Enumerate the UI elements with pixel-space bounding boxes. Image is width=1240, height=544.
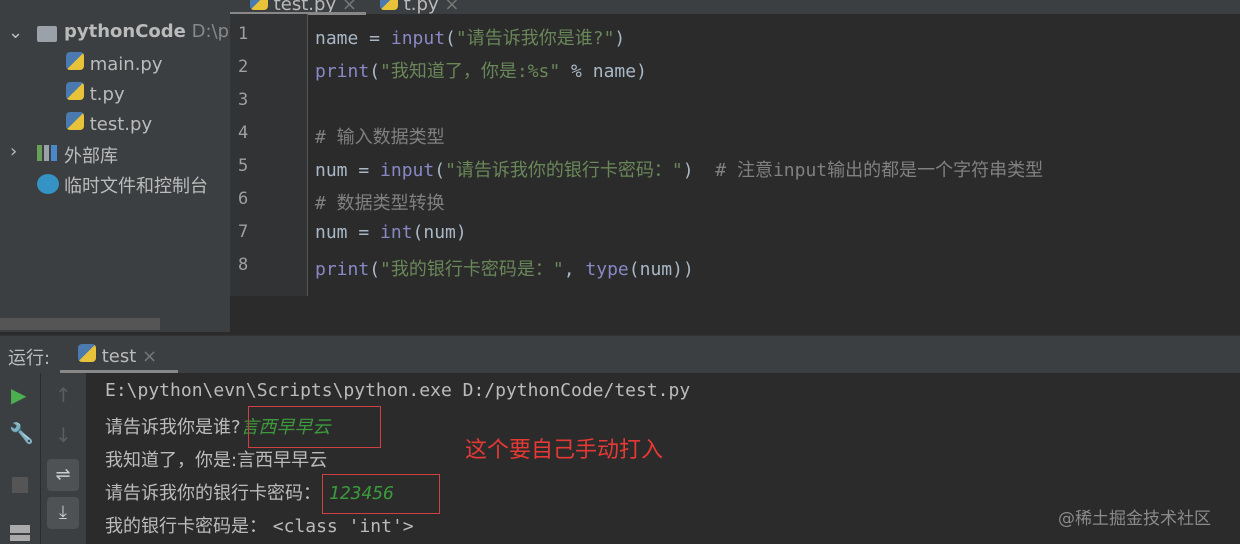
run-toolbar: ▶ 🔧 ↑ ↓ ⇌ ⤓: [0, 373, 86, 544]
code-token: # 注意input输出的都是一个字符串类型: [715, 160, 1044, 181]
run-panel-header: 运行: test ×: [0, 335, 1240, 373]
code-token: (: [369, 259, 381, 280]
run-label: 运行:: [8, 348, 51, 369]
code-token: "请告诉我你是谁?": [455, 28, 615, 49]
console-line-4: 我的银行卡密码是： <class 'int'>: [105, 512, 414, 538]
run-tab-test[interactable]: test ×: [78, 344, 157, 367]
up-arrow-icon[interactable]: ↑: [55, 383, 72, 407]
project-root[interactable]: pythonCode D:\py: [64, 21, 240, 42]
file-label: test.py: [89, 114, 153, 135]
file-label: main.py: [89, 54, 163, 75]
python-file-icon: [66, 52, 84, 70]
code-token: num =: [315, 160, 381, 181]
output-text: 我的银行卡密码是：: [105, 516, 273, 537]
line-number: 5: [238, 156, 249, 176]
code-token: "我的银行卡密码是：": [380, 259, 564, 280]
code-line: # 数据类型转换: [315, 189, 445, 215]
code-token: (num): [412, 222, 467, 243]
code-token: ,: [563, 259, 586, 280]
soft-wrap-icon[interactable]: ⇌: [47, 459, 79, 491]
highlight-box-password: [322, 474, 440, 514]
code-token: print: [315, 61, 370, 82]
layout-icon[interactable]: [10, 525, 30, 541]
code-token: ): [614, 28, 626, 49]
file-label: t.py: [89, 84, 125, 105]
editor-bottom: [230, 296, 1240, 332]
python-file-icon: [66, 82, 84, 100]
code-token: (: [445, 28, 456, 49]
line-number: 4: [238, 123, 249, 143]
line-number: 2: [238, 57, 249, 77]
down-arrow-icon[interactable]: ↓: [55, 423, 72, 447]
code-token: (: [434, 160, 446, 181]
python-file-icon: [250, 0, 268, 10]
highlight-box-name: [248, 406, 381, 448]
prompt-text: 请告诉我你的银行卡密码：: [105, 483, 321, 504]
scratches-and-consoles[interactable]: 临时文件和控制台: [64, 172, 208, 198]
code-line: num = int(num): [315, 222, 467, 243]
code-line: print("我的银行卡密码是：", type(num)): [315, 255, 694, 281]
scratches-clock-icon: [37, 174, 59, 194]
file-main-py[interactable]: main.py: [66, 52, 163, 75]
folder-icon: [37, 26, 57, 42]
line-number: 6: [238, 189, 249, 209]
close-icon[interactable]: ×: [444, 0, 459, 15]
annotation-text: 这个要自己手动打入: [465, 438, 664, 463]
console-line-2: 我知道了，你是:言西早早云: [105, 450, 328, 471]
scroll-to-end-icon[interactable]: ⤓: [47, 497, 79, 529]
run-tab-label: test: [101, 346, 137, 367]
python-icon: [78, 344, 96, 362]
code-token: ): [682, 160, 716, 181]
prompt-text: 请告诉我你是谁?: [105, 417, 241, 438]
code-token: type: [585, 259, 629, 280]
close-icon[interactable]: ×: [142, 346, 157, 367]
code-line: print("我知道了，你是:%s" % name): [315, 57, 647, 83]
file-t-py[interactable]: t.py: [66, 82, 125, 105]
code-token: num =: [315, 222, 381, 243]
library-icon: [37, 145, 57, 161]
code-token: print: [315, 259, 370, 280]
sidebar-scrollbar[interactable]: [0, 318, 160, 330]
expand-chevron-icon[interactable]: ⌄: [8, 22, 23, 43]
code-token: input: [380, 160, 435, 181]
code-line: # 输入数据类型: [315, 123, 445, 149]
line-number: 1: [238, 24, 249, 44]
console-command: E:\python\evn\Scripts\python.exe D:/pyth…: [105, 380, 691, 401]
tab-t-py[interactable]: t.py ×: [380, 0, 459, 15]
external-libraries[interactable]: 外部库: [64, 142, 118, 168]
code-token: "请告诉我你的银行卡密码：": [445, 160, 683, 181]
code-token: # 输入数据类型: [315, 127, 445, 148]
line-number: 8: [238, 255, 249, 275]
line-number: 3: [238, 90, 249, 110]
tab-label: t.py: [403, 0, 439, 15]
code-token: # 数据类型转换: [315, 193, 445, 214]
code-token: (num)): [628, 259, 694, 280]
collapse-chevron-icon[interactable]: ›: [10, 141, 17, 162]
code-line: num = input("请告诉我你的银行卡密码：") # 注意input输出的…: [315, 156, 1043, 182]
rerun-play-icon[interactable]: ▶: [11, 383, 26, 407]
code-token: % name): [560, 61, 647, 82]
editor-tabs: test.py × t.py ×: [230, 0, 1240, 15]
code-token: input: [390, 28, 446, 49]
code-token: int: [380, 222, 413, 243]
output-type: <class 'int'>: [272, 516, 414, 537]
python-file-icon: [66, 112, 84, 130]
line-number: 7: [238, 222, 249, 242]
wrench-icon[interactable]: 🔧: [9, 421, 34, 445]
code-token: "我知道了，你是:%s": [380, 61, 561, 82]
code-token: name =: [315, 28, 391, 49]
stop-icon[interactable]: [12, 477, 28, 493]
code-line: name = input("请告诉我你是谁?"): [315, 24, 625, 50]
python-file-icon: [380, 0, 398, 10]
project-panel: ⌄ pythonCode D:\py main.py t.py test.py …: [0, 0, 240, 332]
project-name: pythonCode: [64, 21, 186, 42]
watermark: @稀土掘金技术社区: [1058, 509, 1211, 529]
file-test-py[interactable]: test.py: [66, 112, 152, 135]
code-token: (: [369, 61, 381, 82]
